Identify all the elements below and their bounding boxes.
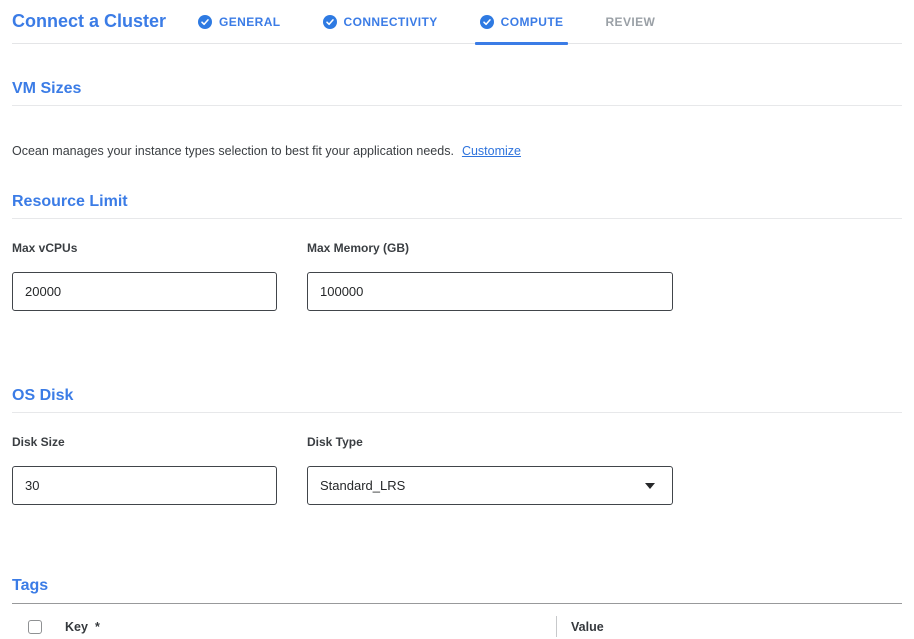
resource-limit-heading: Resource Limit: [12, 192, 902, 212]
max-memory-label: Max Memory (GB): [307, 241, 673, 255]
disk-size-field: Disk Size: [12, 435, 277, 505]
customize-link[interactable]: Customize: [462, 144, 521, 158]
tags-section: Tags Key* Value: [12, 576, 902, 639]
section-divider: [12, 105, 902, 106]
tab-label: COMPUTE: [501, 15, 564, 29]
required-asterisk: *: [95, 620, 100, 634]
vm-sizes-description-row: Ocean manages your instance types select…: [12, 144, 902, 158]
section-divider: [12, 218, 902, 219]
connect-cluster-page: Connect a Cluster GENERAL CONNECTIVITY: [0, 0, 914, 639]
tab-label: CONNECTIVITY: [344, 15, 438, 29]
disk-type-selected-value: Standard_LRS: [320, 478, 405, 493]
caret-down-icon: [645, 483, 655, 489]
check-circle-icon: [323, 15, 337, 29]
vm-sizes-heading: VM Sizes: [12, 79, 902, 99]
tags-table-header-row: Key* Value: [12, 604, 902, 639]
disk-type-select[interactable]: Standard_LRS: [307, 466, 673, 505]
tags-table: Key* Value: [12, 603, 902, 639]
os-disk-heading: OS Disk: [12, 386, 902, 406]
vm-sizes-section: VM Sizes Ocean manages your instance typ…: [12, 79, 902, 158]
wizard-steps: GENERAL CONNECTIVITY COMPUTE REVIEW: [198, 0, 655, 43]
resource-limit-fields: Max vCPUs Max Memory (GB): [12, 241, 902, 311]
disk-type-field: Disk Type Standard_LRS: [307, 435, 673, 505]
tab-label: GENERAL: [219, 15, 280, 29]
section-divider: [12, 412, 902, 413]
check-circle-icon: [198, 15, 212, 29]
key-column-header: Key*: [65, 620, 100, 634]
tab-label: REVIEW: [605, 15, 655, 29]
tab-general[interactable]: GENERAL: [198, 0, 280, 43]
tab-compute[interactable]: COMPUTE: [480, 0, 564, 43]
disk-size-label: Disk Size: [12, 435, 277, 449]
tab-review[interactable]: REVIEW: [605, 0, 655, 43]
disk-type-label: Disk Type: [307, 435, 673, 449]
value-column-header: Value: [571, 620, 604, 634]
disk-size-input[interactable]: [12, 466, 277, 505]
vm-sizes-description: Ocean manages your instance types select…: [12, 144, 454, 158]
select-all-checkbox[interactable]: [28, 620, 42, 634]
max-vcpus-label: Max vCPUs: [12, 241, 277, 255]
os-disk-section: OS Disk Disk Size Disk Type Standard_LRS: [12, 386, 902, 505]
tags-heading: Tags: [12, 576, 902, 596]
column-divider: [556, 616, 557, 637]
resource-limit-section: Resource Limit Max vCPUs Max Memory (GB): [12, 192, 902, 311]
wizard-header: Connect a Cluster GENERAL CONNECTIVITY: [12, 0, 902, 44]
os-disk-fields: Disk Size Disk Type Standard_LRS: [12, 435, 902, 505]
max-memory-field: Max Memory (GB): [307, 241, 673, 311]
page-title: Connect a Cluster: [12, 11, 166, 32]
max-vcpus-input[interactable]: [12, 272, 277, 311]
max-vcpus-field: Max vCPUs: [12, 241, 277, 311]
max-memory-input[interactable]: [307, 272, 673, 311]
tab-connectivity[interactable]: CONNECTIVITY: [323, 0, 438, 43]
check-circle-icon: [480, 15, 494, 29]
